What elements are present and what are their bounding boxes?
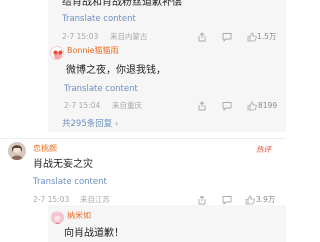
comment-date: 2-7 15:04 (64, 101, 101, 110)
comment-text: 向肖战道歉！ (64, 228, 124, 239)
divider (0, 138, 286, 139)
like-icon[interactable] (247, 32, 257, 42)
avatar[interactable] (8, 142, 26, 160)
user-name[interactable]: 恋桃颜 (33, 145, 57, 153)
translate-link[interactable]: Translate content (33, 178, 107, 187)
comment-location: 来自江苏 (80, 195, 110, 204)
like-count: 8199 (258, 101, 278, 110)
comment-icon[interactable] (222, 101, 232, 111)
total-replies-label: 共295条回复 (62, 119, 113, 129)
comment-location: 来自内蒙古 (110, 32, 148, 41)
share-icon[interactable] (197, 32, 207, 42)
comment-text: 给肖战和肖战粉丝道歉补偿 (62, 0, 182, 8)
avatar-image (8, 142, 26, 160)
translate-link[interactable]: Translate content (62, 15, 136, 24)
comment-icon[interactable] (222, 195, 232, 205)
translate-link[interactable]: Translate content (64, 85, 138, 94)
comment-icon[interactable] (222, 32, 232, 42)
comment-date: 2-7 15:03 (62, 32, 99, 41)
avatar[interactable] (51, 211, 64, 224)
chevron-right-icon: › (114, 119, 119, 128)
comment-date: 2-7 15:03 (33, 195, 70, 204)
like-count: 1.5万 (257, 32, 277, 41)
share-icon[interactable] (197, 101, 207, 111)
user-name[interactable]: 纳米如 (67, 212, 91, 220)
like-count: 3.9万 (256, 195, 276, 204)
hot-comment-badge: 热评 (256, 145, 271, 154)
comment-location: 来自重庆 (112, 101, 142, 110)
user-name[interactable]: Bonnie猫猫雨 (67, 47, 119, 55)
like-icon[interactable] (245, 195, 255, 205)
view-all-replies-link[interactable]: 共295条回复 › (62, 120, 118, 129)
comment-text: 肖战无妄之灾 (33, 159, 93, 170)
like-icon[interactable] (247, 101, 257, 111)
share-icon[interactable] (197, 195, 207, 205)
avatar[interactable] (50, 46, 64, 60)
comment-text: 微博之夜，你退我钱， (66, 65, 166, 76)
